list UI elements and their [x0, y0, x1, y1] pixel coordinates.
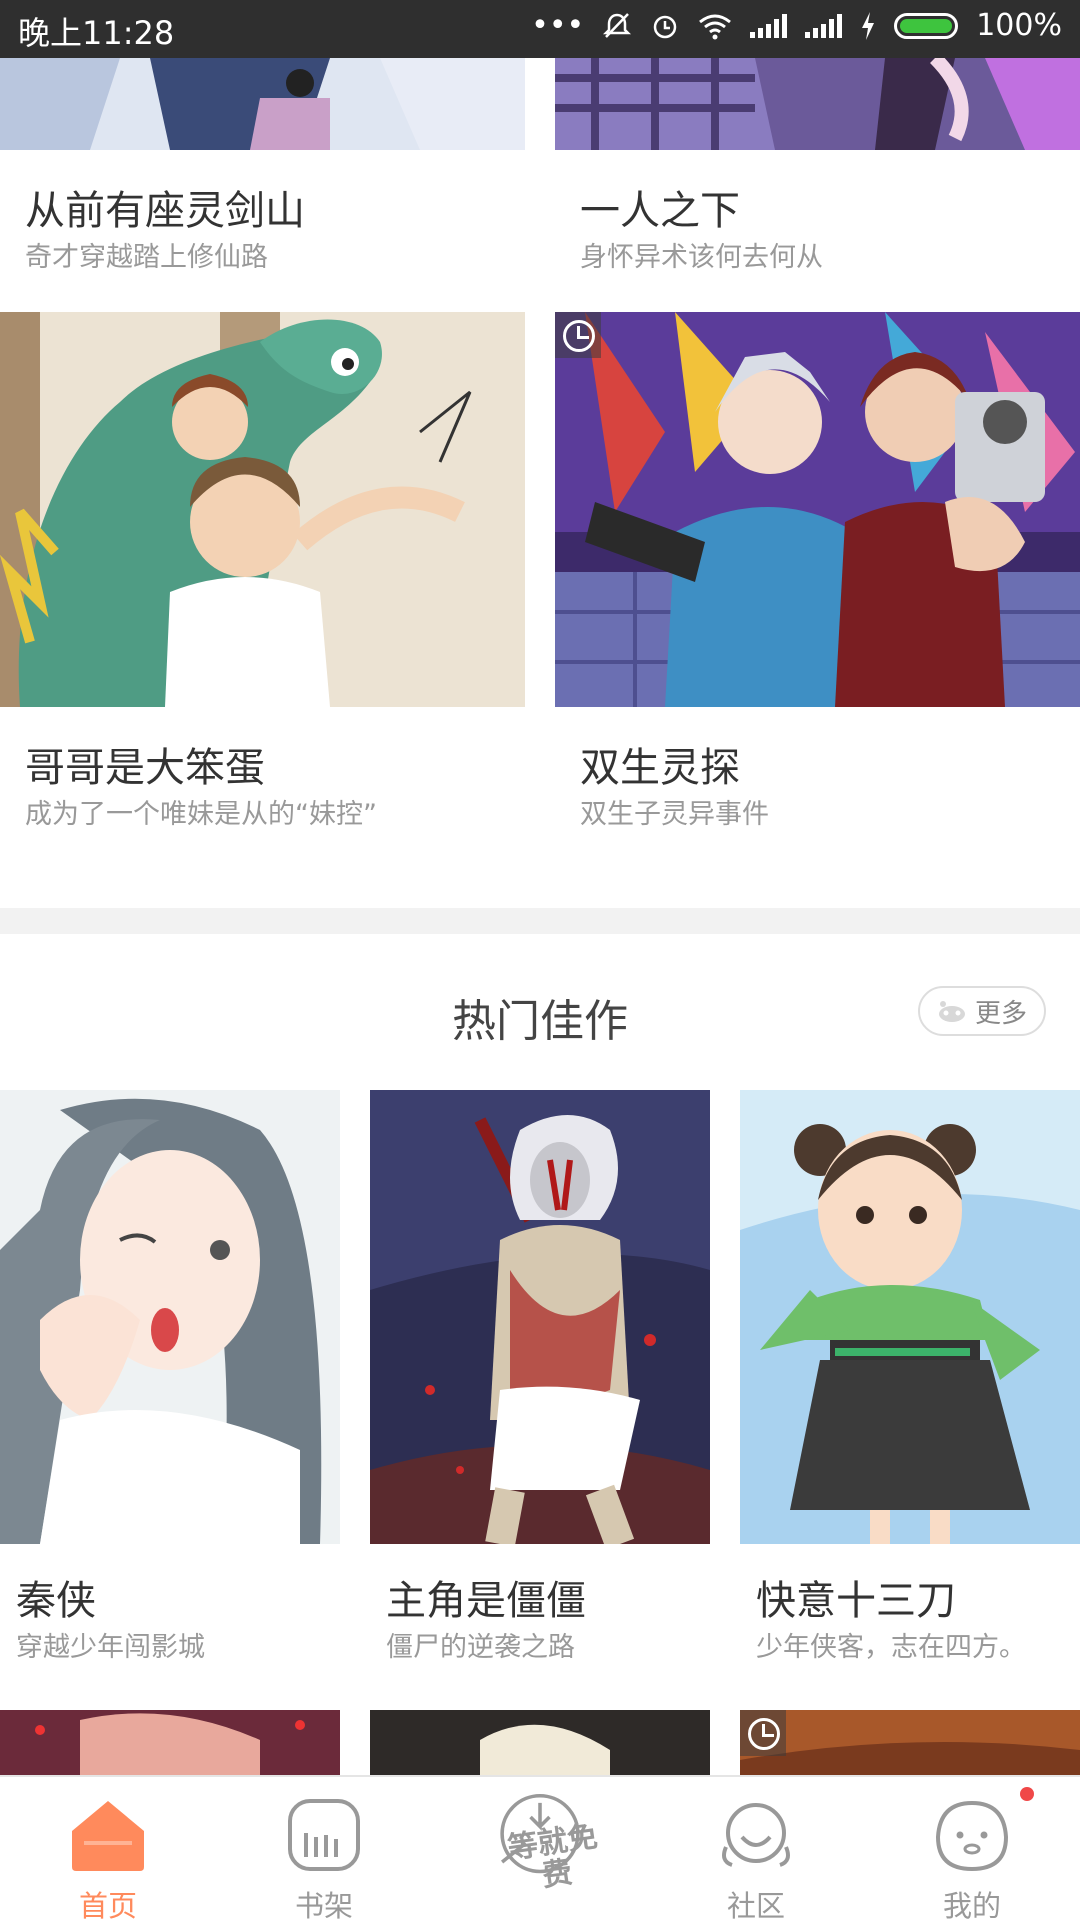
comic-card-gege[interactable]: 哥哥是大笨蛋 成为了一个唯妹是从的“妹控”: [0, 312, 525, 872]
comic-card-shuangsheng[interactable]: 双生灵探 双生子灵异事件: [555, 312, 1080, 872]
comic-title: 双生灵探: [580, 745, 740, 791]
face-icon: [938, 1001, 965, 1022]
tab-bookshelf[interactable]: 书架: [254, 1787, 394, 1923]
alarm-icon: [653, 15, 677, 38]
status-time: 晚上11:28: [18, 14, 175, 52]
hot-card-kuaiyi[interactable]: 快意十三刀 少年侠客，志在四方。: [740, 1090, 1080, 1670]
comic-subtitle: 双生子灵异事件: [580, 799, 769, 830]
comic-card-yirenzhixia[interactable]: 一人之下 身怀异术该何去何从: [555, 58, 1080, 310]
comic-subtitle: 奇才穿越踏上修仙路: [25, 242, 268, 273]
comic-cover-partial[interactable]: [370, 1710, 710, 1775]
tab-label: 书架: [294, 1889, 353, 1923]
comic-cover: [555, 58, 1080, 150]
comic-cover: [0, 312, 525, 707]
section-divider: [0, 908, 1080, 934]
tab-label: 等就免费: [505, 1819, 600, 1894]
clock-icon: [555, 312, 601, 358]
comic-title: 从前有座灵剑山: [25, 188, 305, 234]
tab-community[interactable]: 社区: [686, 1787, 826, 1923]
comic-subtitle: 身怀异术该何去何从: [580, 242, 823, 273]
tab-label: 我的: [942, 1889, 1001, 1923]
comic-subtitle: 成为了一个唯妹是从的“妹控”: [25, 799, 377, 830]
clock-icon: [740, 1710, 786, 1756]
charging-icon: [862, 11, 875, 40]
notification-dot: [1020, 1787, 1034, 1801]
signal-2-icon: [805, 13, 843, 38]
comic-cover: [0, 58, 525, 150]
comic-title: 哥哥是大笨蛋: [25, 745, 265, 791]
bottom-tab-bar: 首页 书架 等就免费 社区 我的: [0, 1775, 1080, 1923]
hot-card-qinxia[interactable]: 秦侠 穿越少年闯影城: [0, 1090, 340, 1670]
comic-title: 快意十三刀: [756, 1578, 956, 1624]
more-dots-icon: •••: [531, 8, 585, 43]
tab-wait-free[interactable]: 等就免费: [470, 1787, 610, 1917]
tab-label: 首页: [78, 1889, 137, 1923]
comic-cover: [555, 312, 1080, 707]
comic-title: 主角是僵僵: [386, 1578, 586, 1624]
battery-icon: [894, 12, 959, 39]
bookshelf-icon: [288, 1799, 360, 1871]
comic-title: 一人之下: [580, 188, 740, 234]
comic-cover: [0, 1090, 340, 1544]
profile-icon: [935, 1800, 1009, 1872]
wifi-icon: [699, 14, 732, 39]
mute-icon: [603, 12, 632, 38]
tab-profile[interactable]: 我的: [902, 1787, 1042, 1923]
tab-label: 社区: [726, 1889, 785, 1923]
status-bar: 晚上11:28 ••• 100%: [0, 0, 1080, 58]
more-button[interactable]: 更多: [918, 986, 1046, 1036]
hot-card-jiangjiang[interactable]: 主角是僵僵 僵尸的逆袭之路: [370, 1090, 710, 1670]
community-icon: [722, 1803, 790, 1867]
tab-home[interactable]: 首页: [38, 1787, 178, 1923]
signal-1-icon: [750, 13, 788, 38]
comic-card-lingjianshan[interactable]: 从前有座灵剑山 奇才穿越踏上修仙路: [0, 58, 525, 310]
comic-subtitle: 少年侠客，志在四方。: [756, 1632, 1026, 1663]
comic-cover-partial[interactable]: [0, 1710, 340, 1775]
comic-cover-partial[interactable]: [740, 1710, 1080, 1775]
status-icons: ••• 100%: [531, 8, 1062, 43]
home-icon: [72, 1801, 144, 1871]
comic-subtitle: 僵尸的逆袭之路: [386, 1632, 575, 1663]
comic-cover: [370, 1090, 710, 1544]
battery-percent: 100%: [976, 8, 1062, 43]
comic-title: 秦侠: [16, 1578, 96, 1624]
comic-subtitle: 穿越少年闯影城: [16, 1632, 205, 1663]
comic-cover: [740, 1090, 1080, 1544]
more-label: 更多: [974, 998, 1027, 1029]
